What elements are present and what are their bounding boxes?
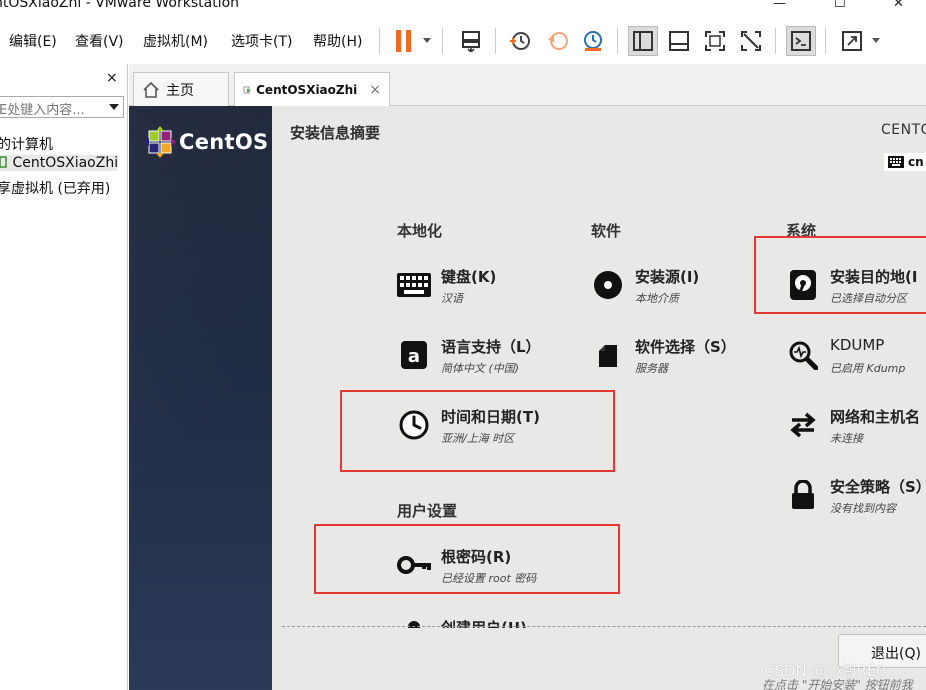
vm-running-icon — [243, 86, 251, 94]
lock-icon — [786, 478, 820, 512]
spoke-language-status: 简体中文 (中国) — [441, 362, 520, 375]
close-icon[interactable]: × — [369, 82, 381, 98]
os-name-label: CENTO — [881, 122, 926, 138]
spoke-kdump[interactable]: KDUMP 已启用 Kdump — [786, 336, 926, 384]
menu-edit[interactable]: 编辑(E) — [9, 31, 57, 51]
library-view-icon[interactable] — [628, 26, 658, 56]
tab-strip: 主页 CentOSXiaoZhi × — [129, 64, 926, 107]
stretch-icon[interactable] — [837, 26, 867, 56]
vm-console[interactable]: CentOS 安装信息摘要 CENTO cn 本地化 软件 系统 用户设置 键盘… — [129, 106, 926, 690]
window-title: ntOSXiaoZhi - VMware Workstation — [0, 0, 240, 11]
keyboard-icon — [888, 156, 904, 168]
toolbar-divider — [617, 28, 618, 54]
highlight-datetime — [340, 390, 615, 472]
package-icon — [591, 338, 625, 372]
library-sidebar: × E处键入内容... 的计算机 CentOSXiaoZhi 享虚拟机 (已弃用… — [0, 64, 128, 690]
spoke-kdump-status: 已启用 Kdump — [830, 362, 906, 375]
separator — [282, 626, 926, 627]
keyboard-layout-indicator[interactable]: cn — [884, 153, 926, 171]
chevron-down-icon[interactable] — [423, 38, 431, 43]
spoke-software-selection-label: 软件选择（S） — [635, 338, 736, 356]
fullscreen-icon[interactable] — [700, 26, 730, 56]
spoke-network-hostname-label: 网络和主机名 — [830, 408, 921, 426]
chevron-down-icon[interactable] — [872, 38, 880, 43]
page-title: 安装信息摘要 — [290, 124, 381, 142]
toolbar-divider — [442, 28, 443, 54]
minimize-icon[interactable]: — — [773, 0, 786, 11]
spoke-install-source-status: 本地介质 — [635, 292, 679, 305]
send-ctrl-alt-del-icon[interactable] — [456, 26, 486, 56]
highlight-root-password — [314, 524, 620, 594]
keyboard-icon — [397, 268, 431, 302]
tab-vm-label: CentOSXiaoZhi — [256, 83, 358, 97]
spoke-network-hostname-status: 未连接 — [830, 432, 863, 445]
spoke-keyboard-label: 键盘(K) — [441, 268, 497, 286]
sidebar-item-my-computer[interactable]: 的计算机 — [0, 134, 53, 154]
spoke-software-selection-status: 服务器 — [635, 362, 668, 375]
snapshot-icon[interactable] — [505, 26, 535, 56]
section-user-settings: 用户设置 — [397, 502, 458, 520]
language-icon: a — [397, 338, 431, 372]
search-placeholder: E处键入内容... — [0, 103, 85, 118]
spoke-software-selection[interactable]: 软件选择（S） 服务器 — [591, 336, 791, 384]
sidebar-item-centos[interactable]: CentOSXiaoZhi — [0, 155, 119, 171]
toolbar-divider — [379, 28, 380, 54]
close-icon[interactable]: × — [106, 70, 118, 86]
spoke-security-policy-status: 没有找到内容 — [830, 502, 896, 515]
chevron-down-icon[interactable] — [109, 104, 119, 110]
library-search-input[interactable]: E处键入内容... — [0, 96, 124, 118]
menu-toolbar: 编辑(E) 查看(V) 虚拟机(M) 选项卡(T) 帮助(H) — [0, 22, 926, 60]
tab-home[interactable]: 主页 — [133, 72, 229, 106]
search-icon — [786, 338, 820, 372]
menu-view[interactable]: 查看(V) — [75, 31, 124, 51]
window-title-bar: ntOSXiaoZhi - VMware Workstation — ☐ ✕ — [0, 0, 926, 14]
unity-icon[interactable] — [736, 26, 766, 56]
highlight-install-destination — [754, 236, 926, 314]
centos-logo-text: CentOS — [179, 130, 269, 154]
tab-home-label: 主页 — [166, 82, 194, 99]
menu-help[interactable]: 帮助(H) — [313, 31, 362, 51]
vm-icon — [0, 156, 7, 168]
menu-vm[interactable]: 虚拟机(M) — [143, 31, 208, 51]
revert-snapshot-icon[interactable] — [543, 26, 573, 56]
sidebar-item-shared-vms[interactable]: 享虚拟机 (已弃用) — [0, 178, 110, 198]
spoke-keyboard-status: 汉语 — [441, 292, 463, 305]
close-icon[interactable]: ✕ — [893, 0, 904, 11]
spoke-language[interactable]: a 语言支持（L） 简体中文 (中国) — [397, 336, 597, 384]
spoke-language-label: 语言支持（L） — [441, 338, 541, 356]
section-localization: 本地化 — [397, 222, 443, 240]
watermark: CSDN @小智RE0 — [764, 662, 886, 680]
spoke-security-policy[interactable]: 安全策略（S） 没有找到内容 — [786, 476, 926, 524]
spoke-install-source-label: 安装源(I) — [635, 268, 700, 286]
installation-summary: 安装信息摘要 CENTO cn 本地化 软件 系统 用户设置 键盘(K) 汉语 … — [272, 106, 926, 690]
maximize-icon[interactable]: ☐ — [834, 0, 846, 11]
spoke-security-policy-label: 安全策略（S） — [830, 478, 926, 496]
terminal-icon[interactable] — [786, 26, 816, 56]
console-view-icon[interactable] — [664, 26, 694, 56]
tab-vm[interactable]: CentOSXiaoZhi × — [234, 72, 390, 107]
svg-text:a: a — [408, 346, 420, 367]
spoke-keyboard[interactable]: 键盘(K) 汉语 — [397, 266, 597, 314]
snapshot-manager-icon[interactable] — [578, 26, 608, 56]
network-arrows-icon — [786, 408, 820, 442]
menu-tabs[interactable]: 选项卡(T) — [231, 31, 292, 51]
toolbar-divider — [495, 28, 496, 54]
section-software: 软件 — [591, 222, 622, 240]
spoke-kdump-label: KDUMP — [830, 336, 885, 354]
toolbar-divider — [775, 28, 776, 54]
centos-logo-icon — [144, 126, 176, 158]
installer-sidebar: CentOS — [129, 106, 272, 690]
spoke-network-hostname[interactable]: 网络和主机名 未连接 — [786, 406, 926, 454]
toolbar-divider — [825, 28, 826, 54]
disc-icon — [591, 268, 625, 302]
pause-icon[interactable] — [389, 26, 419, 56]
home-icon — [143, 81, 159, 98]
